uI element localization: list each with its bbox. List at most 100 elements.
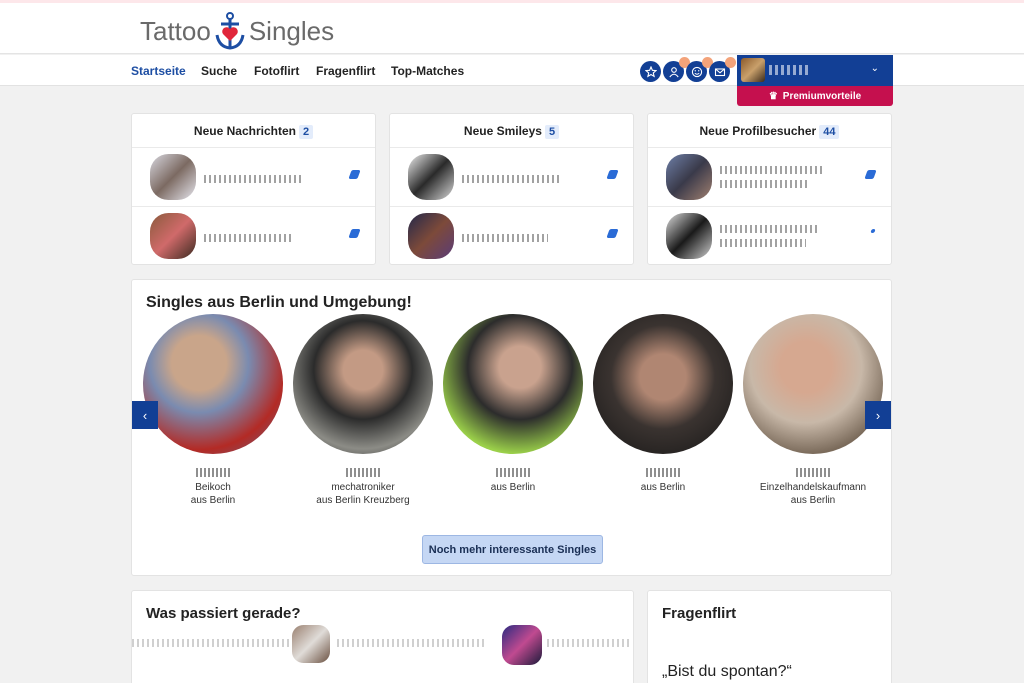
activity-section: Was passiert gerade? — [131, 590, 634, 683]
chevron-down-icon: ⌄ — [870, 63, 879, 74]
blurred-text — [720, 166, 824, 174]
single-job: Beikoch — [195, 482, 231, 493]
count-badge: 5 — [544, 125, 560, 139]
blurred-text — [720, 180, 810, 188]
chevron-right-icon: › — [875, 407, 881, 423]
unread-indicator — [606, 229, 619, 238]
premium-label: Premiumvorteile — [782, 90, 862, 102]
smileys-button[interactable] — [686, 57, 713, 82]
single-location: aus Berlin — [490, 482, 536, 493]
section-title: Was passiert gerade? — [146, 605, 301, 622]
unread-indicator — [348, 170, 361, 179]
notification-dot — [725, 57, 736, 68]
single-location: aus Berlin — [190, 495, 236, 506]
blurred-text — [547, 639, 632, 647]
profile-photo — [443, 314, 583, 454]
single-card[interactable]: aus Berlin — [588, 314, 738, 494]
blurred-text — [462, 234, 548, 242]
panel-title: Neue Profilbesucher 44 — [648, 124, 891, 139]
list-item[interactable] — [390, 147, 633, 205]
nav-top-matches[interactable]: Top-Matches — [391, 64, 464, 78]
mail-icon — [714, 67, 725, 76]
panel-title-text: Neue Profilbesucher — [699, 124, 817, 138]
avatar — [292, 625, 330, 663]
single-location: aus Berlin — [790, 495, 836, 506]
anchor-heart-icon — [215, 12, 245, 50]
single-location: aus Berlin — [640, 482, 686, 493]
crown-icon: ♛ — [768, 90, 778, 102]
single-job: Einzelhandelskaufmann — [759, 482, 867, 493]
chevron-left-icon: ‹ — [142, 407, 148, 423]
panel-title-text: Neue Nachrichten — [193, 124, 296, 138]
premium-button[interactable]: ♛ Premiumvorteile — [737, 86, 893, 106]
carousel-next-button[interactable]: › — [865, 401, 891, 429]
smileys-panel: Neue Smileys 5 — [389, 113, 634, 265]
blurred-text — [132, 639, 292, 647]
visitors-panel: Neue Profilbesucher 44 — [647, 113, 892, 265]
panel-title: Neue Nachrichten 2 — [132, 124, 375, 139]
blurred-name — [496, 468, 530, 477]
avatar — [502, 625, 542, 665]
logo-text-left: Tattoo — [140, 15, 211, 46]
username-blurred — [769, 65, 809, 75]
panel-title: Neue Smileys 5 — [390, 124, 633, 139]
profile-photo — [293, 314, 433, 454]
list-item[interactable] — [390, 206, 633, 264]
user-icon — [668, 66, 679, 77]
single-location: aus Berlin Kreuzberg — [316, 495, 410, 506]
avatar — [150, 154, 196, 200]
blurred-name — [796, 468, 830, 477]
single-card[interactable]: aus Berlin — [438, 314, 588, 494]
messages-button[interactable] — [709, 57, 736, 82]
visitors-button[interactable] — [663, 57, 690, 82]
site-logo[interactable]: Tattoo Singles — [140, 11, 334, 51]
blurred-text — [204, 234, 292, 242]
blurred-text — [462, 175, 562, 183]
blurred-text — [720, 239, 806, 247]
unread-indicator — [864, 170, 877, 179]
blurred-text — [720, 225, 820, 233]
section-title: Singles aus Berlin und Umgebung! — [146, 294, 412, 311]
blurred-text — [337, 639, 487, 647]
blurred-text — [204, 175, 302, 183]
main-nav: Startseite Suche Fotoflirt Fragenflirt T… — [0, 55, 1024, 86]
nav-fotoflirt[interactable]: Fotoflirt — [254, 64, 299, 78]
profile-photo — [593, 314, 733, 454]
more-singles-button[interactable]: Noch mehr interessante Singles — [422, 535, 603, 564]
user-menu[interactable]: ⌄ — [737, 55, 893, 86]
singles-section: Singles aus Berlin und Umgebung! Beikoch… — [131, 279, 892, 576]
fragenflirt-section: Fragenflirt „Bist du spontan?“ — [647, 590, 892, 683]
nav-fragenflirt[interactable]: Fragenflirt — [316, 64, 375, 78]
carousel-prev-button[interactable]: ‹ — [132, 401, 158, 429]
blurred-name — [196, 468, 230, 477]
logo-text-right: Singles — [248, 15, 335, 46]
section-title: Fragenflirt — [662, 605, 737, 622]
blurred-name — [646, 468, 680, 477]
avatar — [150, 213, 196, 259]
list-item[interactable] — [648, 147, 891, 205]
fragenflirt-question[interactable]: „Bist du spontan?“ — [662, 663, 792, 681]
avatar — [408, 213, 454, 259]
profile-photo — [143, 314, 283, 454]
avatar — [666, 213, 712, 259]
nav-startseite[interactable]: Startseite — [131, 64, 186, 78]
avatar — [741, 58, 765, 82]
count-badge: 44 — [819, 125, 840, 139]
blurred-name — [346, 468, 380, 477]
list-item[interactable] — [132, 147, 375, 205]
messages-panel: Neue Nachrichten 2 — [131, 113, 376, 265]
single-card[interactable]: Beikoch aus Berlin — [138, 314, 288, 507]
list-item[interactable] — [648, 206, 891, 264]
single-job: mechatroniker — [331, 482, 395, 493]
smiley-icon — [691, 66, 702, 77]
profile-photo — [743, 314, 883, 454]
nav-suche[interactable]: Suche — [201, 64, 237, 78]
favorites-button[interactable] — [640, 61, 661, 82]
count-badge: 2 — [298, 125, 314, 139]
single-card[interactable]: mechatroniker aus Berlin Kreuzberg — [288, 314, 438, 507]
unread-indicator — [606, 170, 619, 179]
panel-title-text: Neue Smileys — [463, 124, 542, 138]
site-header: Tattoo Singles — [0, 3, 1024, 54]
avatar — [666, 154, 712, 200]
list-item[interactable] — [132, 206, 375, 264]
